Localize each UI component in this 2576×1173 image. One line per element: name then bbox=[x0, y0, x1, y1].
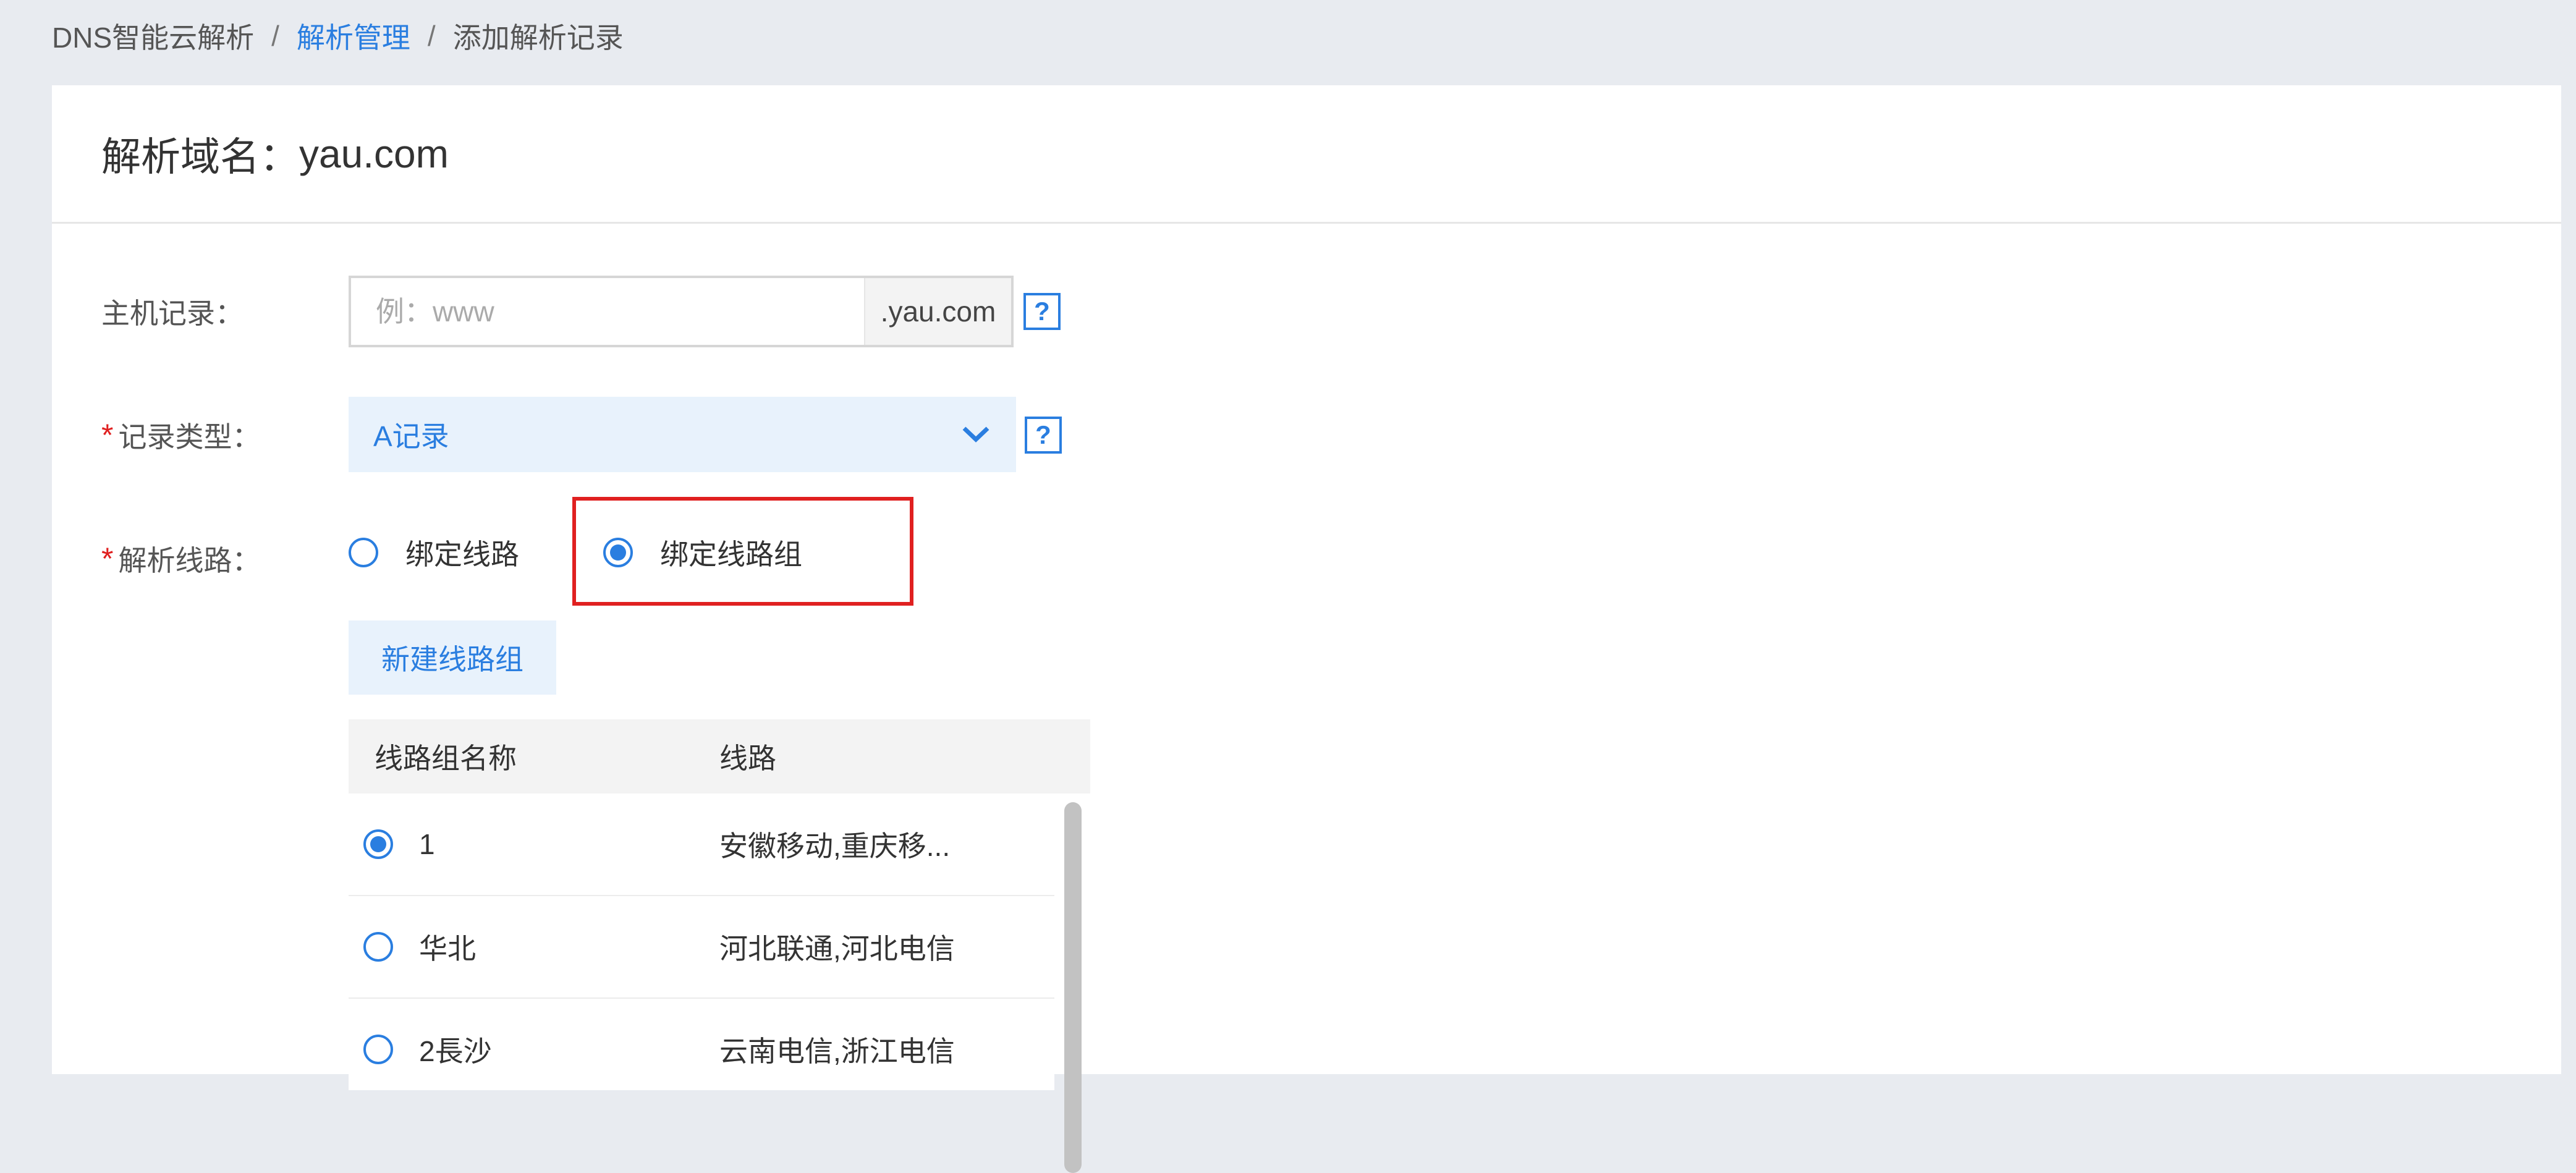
new-line-group-button[interactable]: 新建线路组 bbox=[349, 620, 556, 695]
group-lines: 安徽移动,重庆移... bbox=[719, 830, 951, 862]
group-name: 华北 bbox=[419, 933, 476, 965]
table-scrollbar[interactable] bbox=[1064, 802, 1082, 1173]
host-record-help-icon[interactable]: ? bbox=[1023, 293, 1061, 330]
breadcrumb-root[interactable]: DNS智能云解析 bbox=[52, 15, 254, 56]
breadcrumb: DNS智能云解析 / 解析管理 / 添加解析记录 bbox=[52, 17, 624, 54]
table-row[interactable]: 1 安徽移动,重庆移... bbox=[349, 794, 1054, 896]
bind-line-option[interactable]: 绑定线路 bbox=[349, 531, 519, 574]
domain-header: 解析域名： yau.com bbox=[52, 85, 2561, 224]
row-radio[interactable] bbox=[363, 932, 393, 962]
row-radio[interactable] bbox=[363, 1035, 393, 1064]
record-type-label: * 记录类型： bbox=[101, 418, 261, 453]
chevron-down-icon bbox=[960, 418, 991, 451]
host-record-input[interactable] bbox=[351, 278, 864, 345]
table-header: 线路组名称 线路 bbox=[349, 719, 1090, 794]
breadcrumb-separator: / bbox=[271, 20, 279, 52]
row-radio[interactable] bbox=[363, 829, 393, 859]
domain-label: 解析域名： bbox=[101, 134, 299, 179]
table-row[interactable]: 华北 河北联通,河北电信 bbox=[349, 896, 1054, 999]
breadcrumb-manage-link[interactable]: 解析管理 bbox=[297, 15, 410, 56]
group-lines: 云南电信,浙江电信 bbox=[719, 1035, 955, 1067]
domain-suffix: .yau.com bbox=[864, 278, 1011, 345]
record-type-value: A记录 bbox=[373, 420, 449, 452]
bind-line-label: 绑定线路 bbox=[405, 538, 519, 570]
column-header-lines: 线路 bbox=[719, 742, 776, 774]
line-group-table: 线路组名称 线路 1 安徽移动,重庆移... 华北 河北联通,河北电信 2長沙 … bbox=[349, 719, 1090, 1090]
host-record-input-group: .yau.com bbox=[349, 276, 1014, 347]
bind-line-radio[interactable] bbox=[349, 538, 378, 567]
group-lines: 河北联通,河北电信 bbox=[719, 933, 955, 965]
resolve-line-label: * 解析线路： bbox=[101, 541, 261, 577]
host-record-label: 主机记录： bbox=[101, 297, 244, 329]
domain-name: yau.com bbox=[299, 131, 449, 176]
table-row[interactable]: 2長沙 云南电信,浙江电信 bbox=[349, 999, 1054, 1090]
record-type-help-icon[interactable]: ? bbox=[1025, 417, 1062, 454]
highlight-box bbox=[572, 497, 913, 606]
breadcrumb-current: 添加解析记录 bbox=[452, 22, 624, 54]
group-name: 2長沙 bbox=[419, 1035, 492, 1067]
group-name: 1 bbox=[419, 828, 435, 860]
column-header-name: 线路组名称 bbox=[375, 742, 517, 774]
required-mark: * bbox=[101, 418, 114, 452]
breadcrumb-separator: / bbox=[427, 20, 436, 52]
record-type-select[interactable]: A记录 bbox=[349, 397, 1016, 472]
required-mark: * bbox=[101, 541, 114, 576]
